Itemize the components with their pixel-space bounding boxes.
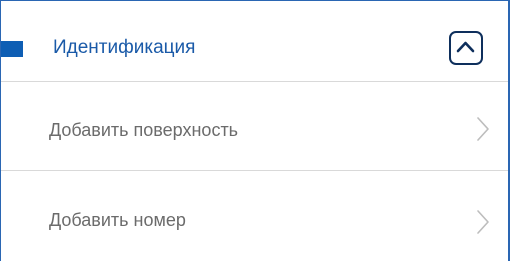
page: Идентификация Добавить поверхность Добав… [0,0,512,261]
section-header[interactable]: Идентификация [1,1,508,82]
list-item-label: Добавить номер [49,210,186,230]
identification-section: Идентификация Добавить поверхность Добав… [0,0,510,261]
chevron-right-icon [477,210,489,234]
list-item-add-surface[interactable]: Добавить поверхность [1,82,508,171]
list-item-label: Добавить поверхность [49,120,239,140]
section-title: Идентификация [53,37,196,58]
chevron-up-icon [456,41,475,53]
collapse-toggle-button[interactable] [449,31,483,65]
chevron-right-icon [477,117,489,141]
list-item-add-number[interactable]: Добавить номер [1,173,508,261]
section-marker [1,41,23,57]
